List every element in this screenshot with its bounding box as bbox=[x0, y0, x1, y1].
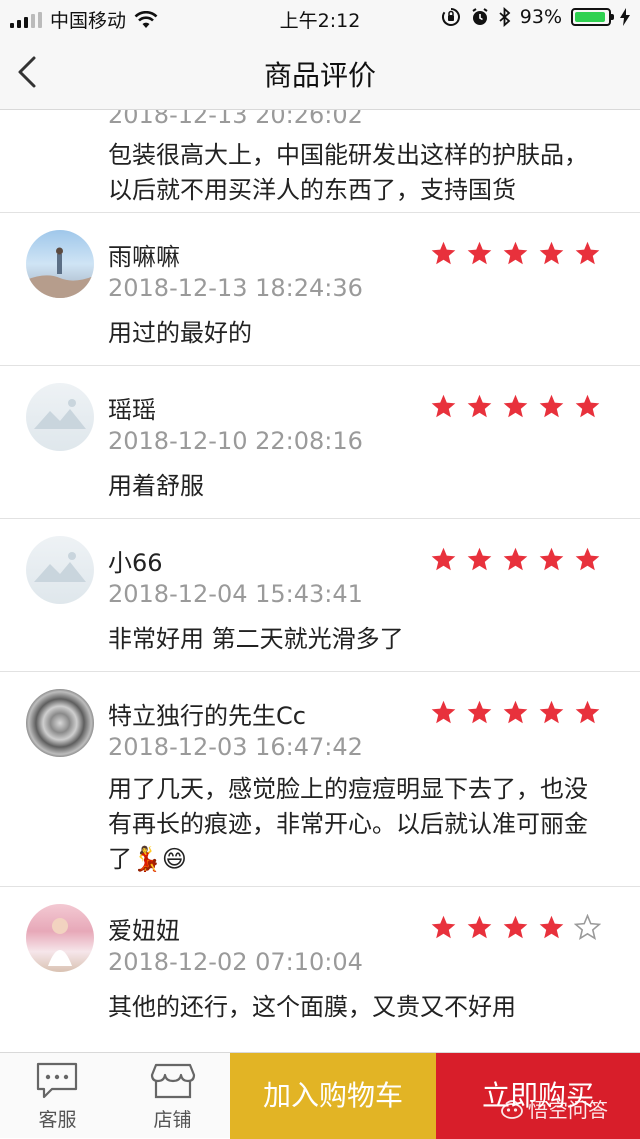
bottom-action-bar: 客服 店铺 加入购物车 立即购买 bbox=[0, 1052, 640, 1139]
avatar bbox=[26, 689, 94, 757]
page-title: 商品评价 bbox=[263, 59, 376, 92]
review-date: 2018-12-13 20:26:02 bbox=[108, 110, 363, 129]
avatar bbox=[26, 230, 94, 298]
reviewer-name: 小66 bbox=[108, 549, 163, 577]
rating-stars bbox=[430, 393, 601, 420]
review-text: 用着舒服 bbox=[108, 472, 204, 500]
star-filled-icon bbox=[431, 700, 456, 724]
customer-service-button[interactable]: 客服 bbox=[0, 1053, 115, 1139]
rating-stars bbox=[430, 546, 601, 573]
reviewer-name: 瑶瑶 bbox=[108, 396, 156, 424]
star-filled-icon bbox=[503, 915, 528, 939]
review-date: 2018-12-02 07:10:04 bbox=[108, 948, 363, 976]
avatar bbox=[26, 383, 94, 451]
star-filled-icon bbox=[575, 394, 600, 418]
store-icon bbox=[150, 1063, 196, 1099]
star-filled-icon bbox=[431, 394, 456, 418]
star-filled-icon bbox=[431, 547, 456, 571]
nav-bar: 商品评价 bbox=[0, 36, 640, 110]
reviewer-name: 特立独行的先生Cc bbox=[108, 702, 306, 730]
review-text: 非常好用 第二天就光滑多了 bbox=[108, 625, 404, 653]
alarm-icon bbox=[472, 8, 488, 25]
star-filled-icon bbox=[467, 547, 492, 571]
star-filled-icon bbox=[467, 394, 492, 418]
star-filled-icon bbox=[431, 915, 456, 939]
review-text: 其他的还行，这个面膜，又贵又不好用 bbox=[108, 993, 516, 1021]
battery-icon bbox=[571, 8, 614, 26]
star-filled-icon bbox=[539, 700, 564, 724]
review-item: 2018-12-13 20:26:02 包装很高大上，中国能研发出这样的护肤品，… bbox=[0, 110, 640, 213]
avatar bbox=[26, 536, 94, 604]
star-filled-icon bbox=[431, 241, 456, 265]
star-filled-icon bbox=[467, 241, 492, 265]
review-list[interactable]: 2018-12-13 20:26:02 包装很高大上，中国能研发出这样的护肤品，… bbox=[0, 110, 640, 1038]
reviewer-name: 雨嘛嘛 bbox=[108, 243, 180, 271]
rating-stars bbox=[430, 699, 601, 726]
status-bar: 中国移动 上午2:12 93% bbox=[0, 0, 640, 36]
star-filled-icon bbox=[539, 547, 564, 571]
star-filled-icon bbox=[467, 915, 492, 939]
review-item: 爱妞妞 2018-12-02 07:10:04 其他的还行，这个面膜，又贵又不好… bbox=[0, 887, 640, 1038]
star-filled-icon bbox=[503, 241, 528, 265]
review-item: 瑶瑶 2018-12-10 22:08:16 用着舒服 bbox=[0, 366, 640, 519]
bluetooth-icon bbox=[499, 7, 511, 27]
avatar bbox=[26, 904, 94, 972]
star-filled-icon bbox=[467, 700, 492, 724]
star-filled-icon bbox=[503, 700, 528, 724]
star-filled-icon bbox=[575, 547, 600, 571]
rating-stars bbox=[430, 240, 601, 267]
shop-label: 店铺 bbox=[153, 1109, 192, 1131]
shop-button[interactable]: 店铺 bbox=[115, 1053, 230, 1139]
review-text: 用了几天，感觉脸上的痘痘明显下去了，也没有再长的痕迹，非常开心。以后就认准可丽金… bbox=[108, 775, 588, 873]
rating-stars bbox=[430, 914, 601, 941]
review-date: 2018-12-04 15:43:41 bbox=[108, 580, 363, 608]
battery-percent: 93% bbox=[519, 6, 562, 28]
review-text: 用过的最好的 bbox=[108, 319, 252, 347]
star-empty-icon bbox=[574, 914, 601, 940]
review-text: 包装很高大上，中国能研发出这样的护肤品，以后就不用买洋人的东西了，支持国货 bbox=[108, 141, 588, 204]
review-item: 小66 2018-12-04 15:43:41 非常好用 第二天就光滑多了 bbox=[0, 519, 640, 672]
chat-bubble-icon bbox=[36, 1062, 78, 1099]
star-filled-icon bbox=[503, 547, 528, 571]
star-filled-icon bbox=[539, 241, 564, 265]
star-filled-icon bbox=[539, 394, 564, 418]
buy-now-button[interactable]: 立即购买 bbox=[436, 1053, 640, 1139]
charging-icon bbox=[620, 8, 630, 26]
customer-service-label: 客服 bbox=[38, 1109, 77, 1131]
reviewer-name: 爱妞妞 bbox=[108, 917, 180, 945]
star-filled-icon bbox=[539, 915, 564, 939]
star-filled-icon bbox=[575, 241, 600, 265]
review-date: 2018-12-13 18:24:36 bbox=[108, 274, 363, 302]
star-filled-icon bbox=[503, 394, 528, 418]
review-item: 特立独行的先生Cc 2018-12-03 16:47:42 用了几天，感觉脸上的… bbox=[0, 672, 640, 887]
review-date: 2018-12-03 16:47:42 bbox=[108, 733, 363, 761]
orientation-lock-icon bbox=[441, 8, 460, 26]
review-date: 2018-12-10 22:08:16 bbox=[108, 427, 363, 455]
add-to-cart-button[interactable]: 加入购物车 bbox=[230, 1053, 436, 1139]
review-item: 雨嘛嘛 2018-12-13 18:24:36 用过的最好的 bbox=[0, 213, 640, 366]
star-filled-icon bbox=[575, 700, 600, 724]
